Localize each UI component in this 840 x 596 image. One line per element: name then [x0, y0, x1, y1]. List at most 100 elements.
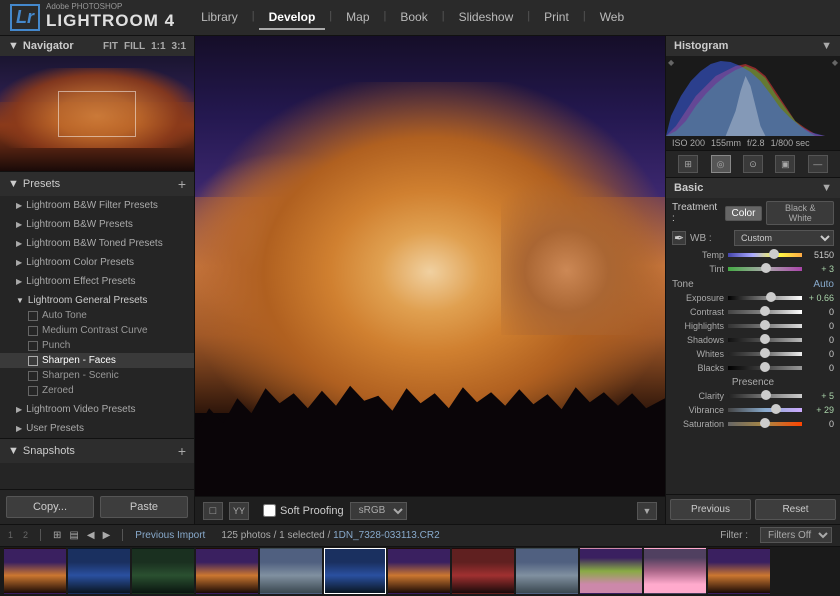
filter-select[interactable]: Filters Off [760, 527, 832, 543]
tint-slider[interactable] [728, 267, 802, 271]
clarity-thumb[interactable] [761, 390, 771, 400]
previous-button[interactable]: Previous [670, 499, 751, 520]
preset-group-video-header[interactable]: ▶ Lightroom Video Presets [0, 402, 194, 417]
temp-thumb[interactable] [769, 249, 779, 259]
nav-web[interactable]: Web [590, 6, 634, 30]
blacks-slider[interactable] [728, 366, 802, 370]
reset-button[interactable]: Reset [755, 499, 836, 520]
nav-forward-icon[interactable]: ▶ [103, 530, 111, 541]
zoom-fill[interactable]: FILL [124, 41, 145, 52]
blacks-thumb[interactable] [760, 362, 770, 372]
preset-item-punch[interactable]: Punch [0, 338, 194, 353]
film-thumb-1[interactable] [4, 548, 66, 594]
film-thumb-2[interactable] [68, 548, 130, 594]
presets-add-icon[interactable]: + [178, 176, 186, 192]
vibrance-slider[interactable] [728, 408, 802, 412]
whites-slider[interactable] [728, 352, 802, 356]
wb-select[interactable]: Custom As Shot Daylight [734, 230, 834, 246]
preset-group-user: ▶ User Presets [0, 419, 194, 438]
basic-header[interactable]: Basic ▼ [666, 178, 840, 198]
view-single-btn[interactable]: □ [203, 502, 223, 520]
navigator-header[interactable]: ▼ Navigator FIT FILL 1:1 3:1 [0, 36, 194, 56]
snapshots-add-icon[interactable]: + [178, 443, 186, 459]
nav-develop[interactable]: Develop [259, 6, 326, 30]
film-thumb-10[interactable] [580, 548, 642, 594]
zoom-fit[interactable]: FIT [103, 41, 118, 52]
tint-thumb[interactable] [761, 263, 771, 273]
eyedropper-tool[interactable]: ✒ [672, 231, 686, 245]
contrast-thumb[interactable] [760, 306, 770, 316]
profile-select[interactable]: sRGB [350, 502, 407, 520]
nav-back-icon[interactable]: ◀ [87, 530, 95, 541]
preset-group-general-header[interactable]: ▼ Lightroom General Presets [0, 293, 194, 308]
preset-group-user-header[interactable]: ▶ User Presets [0, 421, 194, 436]
nav-slideshow[interactable]: Slideshow [449, 6, 524, 30]
saturation-slider[interactable] [728, 422, 802, 426]
selected-file: 1DN_7328-033113.CR2 [333, 530, 440, 541]
app-title: LIGHTROOM 4 [46, 11, 175, 31]
film-thumb-6[interactable] [324, 548, 386, 594]
crop-tool[interactable]: ⊞ [678, 155, 698, 173]
navigator-thumbnail[interactable] [0, 56, 194, 171]
preset-item-medcontrast[interactable]: Medium Contrast Curve [0, 323, 194, 338]
soft-proofing-checkbox[interactable] [263, 504, 276, 517]
clarity-slider[interactable] [728, 394, 802, 398]
auto-btn[interactable]: Auto [813, 279, 834, 290]
color-treatment-btn[interactable]: Color [725, 206, 763, 221]
filmstrip-tab-1[interactable]: 1 [8, 530, 13, 540]
preset-group-bw-header[interactable]: ▶ Lightroom B&W Presets [0, 217, 194, 232]
prev-import-label[interactable]: Previous Import [135, 530, 205, 541]
filmstrip-tab-2[interactable]: 2 [23, 530, 28, 540]
nav-library[interactable]: Library [191, 6, 248, 30]
presets-header[interactable]: ▼ Presets + [0, 172, 194, 196]
saturation-thumb[interactable] [760, 418, 770, 428]
histogram-header[interactable]: Histogram ▼ [666, 36, 840, 56]
basic-section: Basic ▼ Treatment : Color Black & White … [666, 178, 840, 494]
highlights-slider[interactable] [728, 324, 802, 328]
main-image[interactable] [195, 36, 665, 496]
film-thumb-7[interactable] [388, 548, 450, 594]
nav-print[interactable]: Print [534, 6, 579, 30]
preset-item-sharpenscenic[interactable]: Sharpen - Scenic [0, 368, 194, 383]
filmstrip-view-icon[interactable]: ▤ [69, 530, 78, 541]
preset-group-bwfilter-header[interactable]: ▶ Lightroom B&W Filter Presets [0, 198, 194, 213]
paste-button[interactable]: Paste [100, 496, 188, 518]
temp-slider[interactable] [728, 253, 802, 257]
preset-item-sharpenfaces[interactable]: Sharpen - Faces [0, 353, 194, 368]
adjustment-tool[interactable]: ◎ [711, 155, 731, 173]
zoom-1-1[interactable]: 1:1 [151, 41, 165, 52]
preset-group-color-header[interactable]: ▶ Lightroom Color Presets [0, 255, 194, 270]
film-thumb-4[interactable] [196, 548, 258, 594]
vibrance-thumb[interactable] [771, 404, 781, 414]
preset-item-autotone[interactable]: Auto Tone [0, 308, 194, 323]
snapshots-header[interactable]: ▼ Snapshots + [0, 439, 194, 463]
copy-button[interactable]: Copy... [6, 496, 94, 518]
redeye-tool[interactable]: ⊙ [743, 155, 763, 173]
wb-row: ✒ WB : Custom As Shot Daylight [666, 228, 840, 248]
shadows-slider[interactable] [728, 338, 802, 342]
nav-map[interactable]: Map [336, 6, 379, 30]
toolbar-menu-btn[interactable]: ▼ [637, 502, 657, 520]
contrast-slider[interactable] [728, 310, 802, 314]
bw-treatment-btn[interactable]: Black & White [766, 201, 834, 225]
gradient-tool[interactable]: ▣ [775, 155, 795, 173]
nav-book[interactable]: Book [390, 6, 437, 30]
exposure-thumb[interactable] [766, 292, 776, 302]
shadows-thumb[interactable] [760, 334, 770, 344]
whites-thumb[interactable] [760, 348, 770, 358]
highlights-thumb[interactable] [760, 320, 770, 330]
film-thumb-11[interactable] [644, 548, 706, 594]
preset-group-effect-header[interactable]: ▶ Lightroom Effect Presets [0, 274, 194, 289]
film-thumb-3[interactable] [132, 548, 194, 594]
film-thumb-9[interactable] [516, 548, 578, 594]
film-thumb-8[interactable] [452, 548, 514, 594]
film-thumb-12[interactable] [708, 548, 770, 594]
view-compare-btn[interactable]: YY [229, 502, 249, 520]
grid-icon[interactable]: ⊞ [53, 530, 61, 541]
brush-tool[interactable]: — [808, 155, 828, 173]
exposure-slider[interactable] [728, 296, 802, 300]
preset-item-zeroed[interactable]: Zeroed [0, 383, 194, 398]
preset-group-bwtoned-header[interactable]: ▶ Lightroom B&W Toned Presets [0, 236, 194, 251]
zoom-3-1[interactable]: 3:1 [172, 41, 186, 52]
film-thumb-5[interactable] [260, 548, 322, 594]
